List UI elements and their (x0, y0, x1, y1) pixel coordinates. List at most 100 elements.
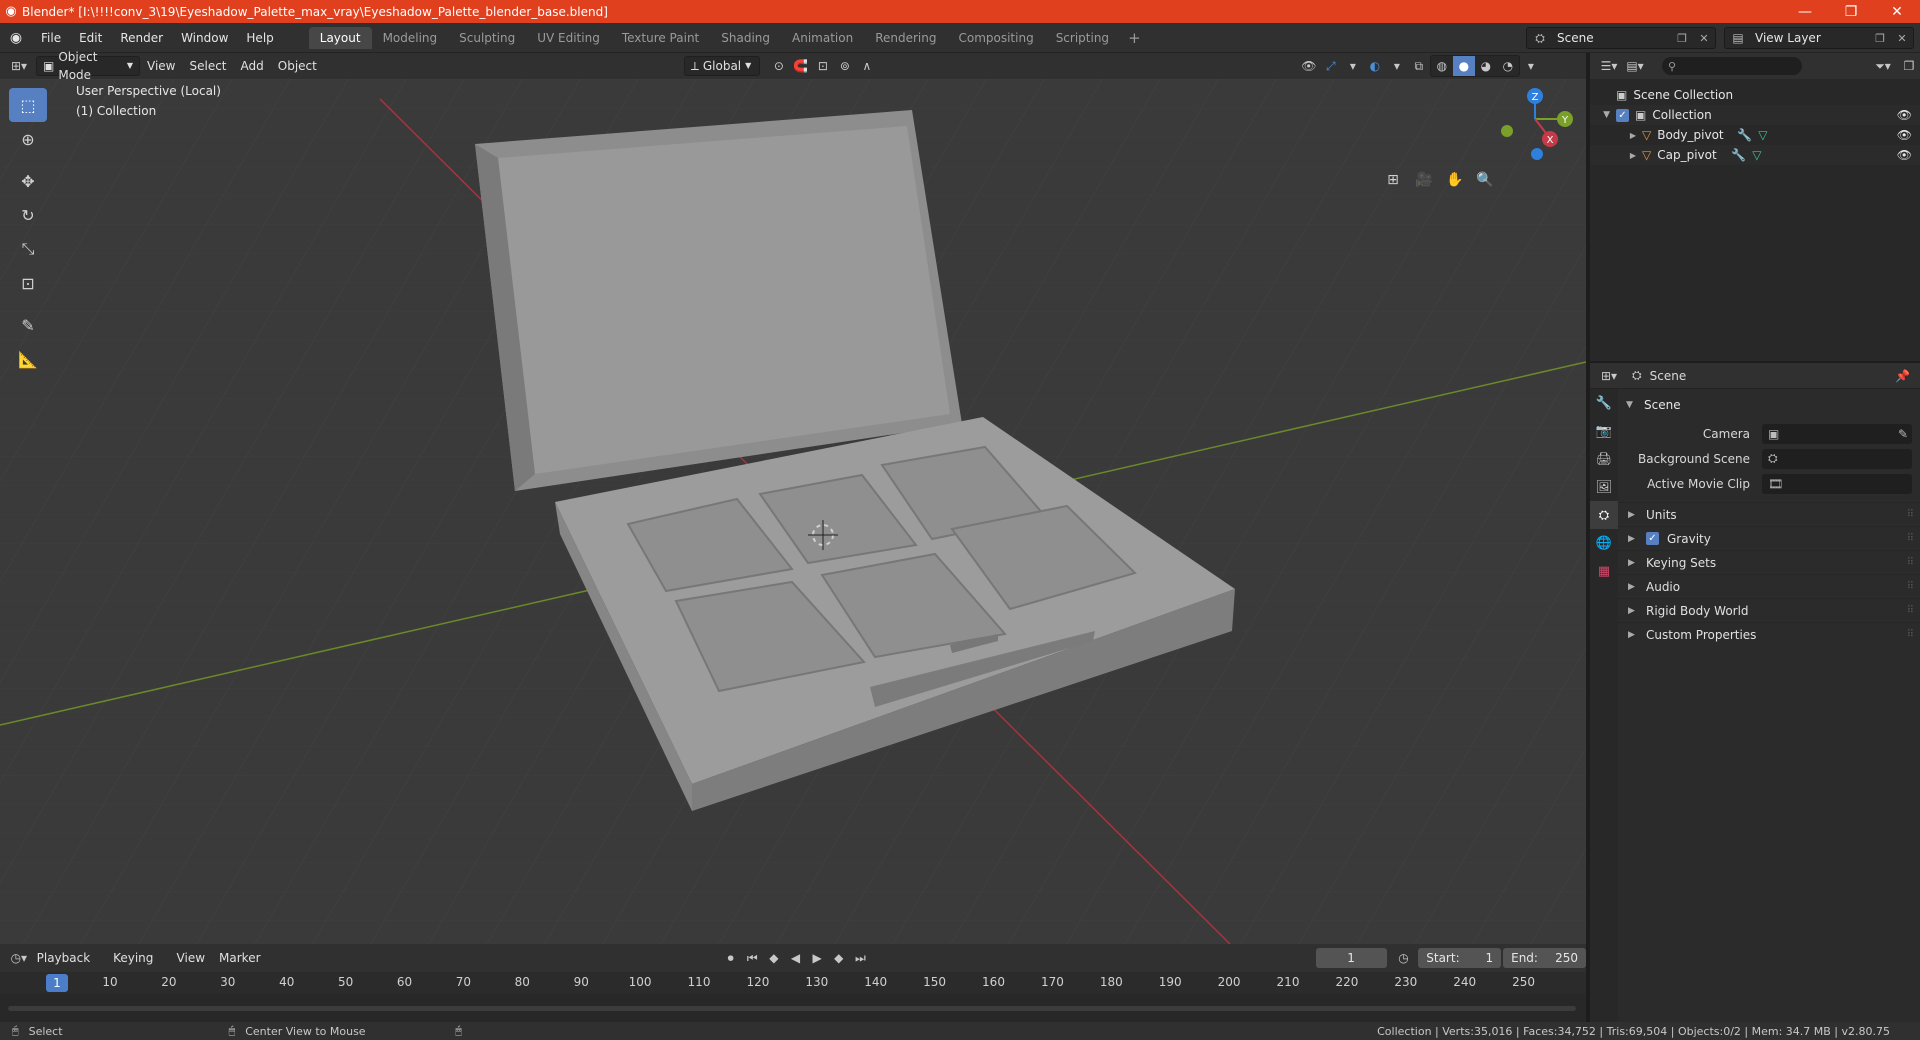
rotate-tool-icon[interactable]: ↻ (9, 198, 47, 232)
tab-compositing[interactable]: Compositing (947, 27, 1044, 49)
shading-menu-icon[interactable]: ▾ (1520, 56, 1542, 76)
overlays-icon[interactable]: ◐ (1364, 56, 1386, 76)
collection-checkbox[interactable]: ✓ (1616, 108, 1629, 122)
new-collection-icon[interactable]: ❐ (1898, 56, 1920, 76)
scene-selector[interactable]: ⛭ Scene ❐ ✕ (1526, 27, 1716, 49)
tab-uv-editing[interactable]: UV Editing (526, 27, 611, 49)
expand-icon[interactable]: ▶ (1590, 131, 1642, 140)
render-tab-icon[interactable]: 📷 (1590, 417, 1618, 445)
texture-tab-icon[interactable]: ▦ (1590, 557, 1618, 585)
outliner-editor-type-icon[interactable]: ☰▾ (1598, 56, 1620, 76)
tab-rendering[interactable]: Rendering (864, 27, 947, 49)
tab-sculpting[interactable]: Sculpting (448, 27, 526, 49)
menu-view[interactable]: View (140, 56, 182, 76)
minimize-icon[interactable]: — (1782, 0, 1828, 23)
delete-view-layer-icon[interactable]: ✕ (1891, 32, 1913, 45)
proportional-edit-icon[interactable]: ⊚ (834, 56, 856, 76)
delete-scene-icon[interactable]: ✕ (1693, 32, 1715, 45)
output-tab-icon[interactable]: 🖨 (1590, 445, 1618, 473)
new-scene-icon[interactable]: ❐ (1671, 32, 1693, 45)
menu-marker[interactable]: Marker (212, 948, 267, 968)
wireframe-shading-icon[interactable]: ◍ (1431, 56, 1453, 76)
filter-icon[interactable]: ⏷▾ (1872, 56, 1894, 76)
drag-handle-icon[interactable]: ⠿ (1907, 605, 1914, 616)
menu-help[interactable]: Help (237, 27, 282, 49)
tab-modeling[interactable]: Modeling (372, 27, 449, 49)
clock-icon[interactable]: ◷ (1393, 948, 1415, 968)
falloff-icon[interactable]: ∧ (856, 56, 878, 76)
maximize-icon[interactable]: ❐ (1828, 0, 1874, 23)
active-movie-clip-field[interactable]: 🎞 (1762, 473, 1912, 494)
add-workspace-button[interactable]: + (1120, 29, 1149, 47)
end-frame-field[interactable]: End: 250 (1503, 948, 1586, 968)
tab-animation[interactable]: Animation (781, 27, 864, 49)
timeline-editor-type-icon[interactable]: ◷▾ (8, 948, 30, 968)
annotate-tool-icon[interactable]: ✎ (9, 308, 47, 342)
select-box-icon[interactable]: ⬚ (9, 88, 47, 122)
world-tab-icon[interactable]: 🌐 (1590, 529, 1618, 557)
camera-field[interactable]: ▣ ✎ (1762, 423, 1912, 444)
new-view-layer-icon[interactable]: ❐ (1869, 32, 1891, 45)
view-layer-tab-icon[interactable]: 🖼 (1590, 473, 1618, 501)
zoom-icon[interactable]: 🔍 (1472, 167, 1498, 193)
tab-shading[interactable]: Shading (710, 27, 781, 49)
drag-handle-icon[interactable]: ⠿ (1907, 509, 1914, 520)
mode-selector[interactable]: ▣ Object Mode ▼ (36, 50, 140, 82)
scene-panel-header[interactable]: ▼ Scene (1618, 393, 1920, 417)
play-reverse-icon[interactable]: ◀ (785, 948, 807, 968)
expand-icon[interactable]: ▶ (1590, 151, 1642, 160)
gravity-checkbox[interactable]: ✓ (1646, 532, 1659, 545)
solid-shading-icon[interactable]: ● (1452, 56, 1475, 76)
prev-keyframe-icon[interactable]: ◆ (763, 948, 785, 968)
current-frame-field[interactable]: 1 (1315, 948, 1387, 968)
snap-icon[interactable]: 🧲 (790, 56, 812, 76)
record-icon[interactable]: ⏺ (720, 948, 742, 968)
menu-file[interactable]: File (32, 27, 70, 49)
gizmo-toggle-icon[interactable]: ⤢ (1320, 56, 1342, 76)
visibility-icon[interactable]: 👁 (1298, 56, 1320, 76)
eye-icon[interactable]: 👁 (1897, 148, 1912, 162)
pin-icon[interactable]: 📌 (1895, 369, 1910, 383)
menu-render[interactable]: Render (111, 27, 172, 49)
3d-viewport[interactable]: Z Y X User Perspective (Local) (1) Colle… (0, 79, 1586, 944)
camera-view-icon[interactable]: 🎥 (1411, 167, 1437, 193)
expand-icon[interactable]: ▼ (1590, 110, 1616, 120)
properties-editor-type-icon[interactable]: ⊞▾ (1598, 366, 1620, 386)
pivot-point-icon[interactable]: ⊙ (768, 56, 790, 76)
transform-orientation-selector[interactable]: ⟂ Global ▼ (683, 56, 760, 76)
tab-texture-paint[interactable]: Texture Paint (611, 27, 710, 49)
overlays-menu-icon[interactable]: ▾ (1386, 56, 1408, 76)
tab-scripting[interactable]: Scripting (1045, 27, 1120, 49)
move-tool-icon[interactable]: ✥ (9, 164, 47, 198)
timeline-scrollbar[interactable] (8, 1006, 1576, 1011)
eye-icon[interactable]: 👁 (1897, 128, 1912, 142)
jump-start-icon[interactable]: ⏮ (741, 948, 763, 968)
menu-edit[interactable]: Edit (70, 27, 111, 49)
timeline-body[interactable] (0, 994, 1586, 1022)
measure-tool-icon[interactable]: 📐 (9, 342, 47, 376)
outliner-search-input[interactable]: ⚲ (1662, 57, 1802, 75)
snap-target-icon[interactable]: ⊡ (812, 56, 834, 76)
play-icon[interactable]: ▶ (806, 948, 828, 968)
scale-tool-icon[interactable]: ⤡ (9, 232, 47, 266)
pan-hand-icon[interactable]: ✋ (1442, 167, 1468, 193)
frame-ruler[interactable]: 1 10 20 30 40 50 60 70 80 90 100 110 120 130 140 150 160… (0, 972, 1586, 994)
jump-end-icon[interactable]: ⏭ (850, 948, 872, 968)
scene-tab-icon[interactable]: ⛭ (1590, 501, 1618, 529)
display-mode-icon[interactable]: ▤▾ (1624, 56, 1646, 76)
close-icon[interactable]: ✕ (1874, 0, 1920, 23)
material-shading-icon[interactable]: ◕ (1475, 56, 1497, 76)
menu-timeline-view[interactable]: View (170, 948, 212, 968)
outliner-collection[interactable]: ▼ ✓ ▣ Collection 👁 (1590, 105, 1920, 125)
eyedropper-icon[interactable]: ✎ (1898, 427, 1908, 441)
menu-window[interactable]: Window (172, 27, 237, 49)
tab-layout[interactable]: Layout (308, 26, 372, 49)
drag-handle-icon[interactable]: ⠿ (1907, 629, 1914, 640)
menu-object[interactable]: Object (271, 56, 324, 76)
view-layer-selector[interactable]: ▤ View Layer ❐ ✕ (1724, 27, 1914, 49)
units-panel[interactable]: ▶ Units ⠿ (1618, 502, 1920, 526)
eye-icon[interactable]: 👁 (1897, 108, 1912, 122)
start-frame-field[interactable]: Start: 1 (1418, 948, 1502, 968)
drag-handle-icon[interactable]: ⠿ (1907, 533, 1914, 544)
transform-tool-icon[interactable]: ⊡ (9, 266, 47, 300)
